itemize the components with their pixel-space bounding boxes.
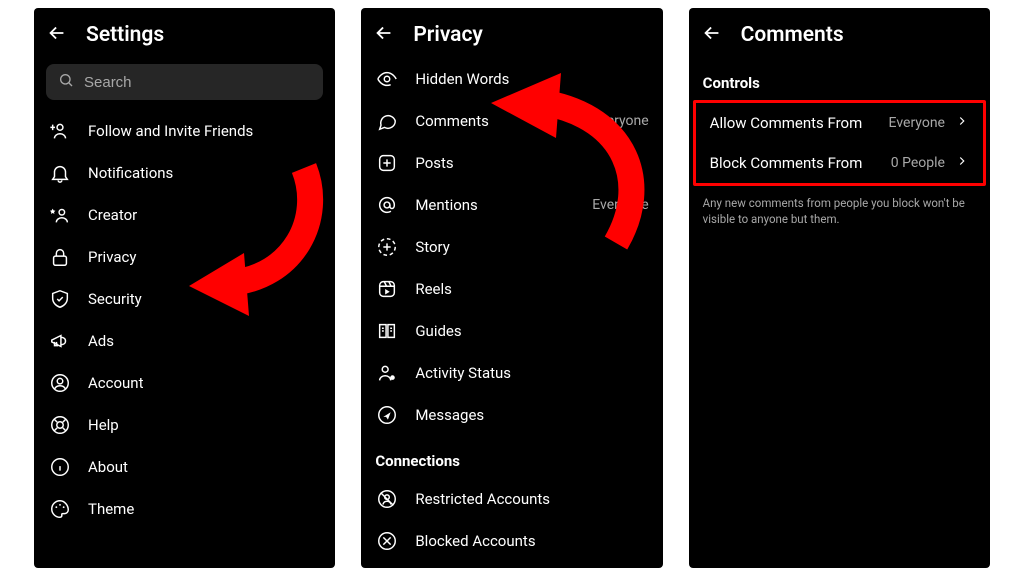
list-item-story[interactable]: Story (361, 226, 662, 268)
search-field[interactable] (84, 74, 311, 91)
list-item-muted[interactable]: Muted Accounts (361, 562, 662, 568)
bell-icon (48, 161, 72, 185)
story-icon (375, 235, 399, 259)
list-item-messages[interactable]: Messages (361, 394, 662, 436)
highlight-box: Allow Comments From Everyone Block Comme… (693, 100, 986, 186)
page-title: Privacy (413, 23, 483, 47)
list-item-label: Blocked Accounts (415, 532, 648, 550)
blocked-icon (375, 529, 399, 553)
list-item-help[interactable]: Help (34, 404, 335, 446)
palette-icon (48, 497, 72, 521)
star-person-icon (48, 203, 72, 227)
list-item-label: About (88, 458, 321, 476)
back-icon[interactable] (701, 22, 723, 48)
search-icon (58, 72, 74, 92)
list-item-reels[interactable]: Reels (361, 268, 662, 310)
list-item-value: Everyone (592, 113, 648, 129)
lock-icon (48, 245, 72, 269)
settings-screen: Settings Follow and Invite Friends Notif… (34, 8, 335, 568)
list-item-label: Security (88, 290, 321, 308)
account-icon (48, 371, 72, 395)
search-input[interactable] (46, 64, 323, 100)
list-item-restricted[interactable]: Restricted Accounts (361, 478, 662, 520)
reels-icon (375, 277, 399, 301)
header: Comments (689, 8, 990, 58)
list-item-activity-status[interactable]: Activity Status (361, 352, 662, 394)
help-icon (48, 413, 72, 437)
list-item-about[interactable]: About (34, 446, 335, 488)
list-item-posts[interactable]: Posts (361, 142, 662, 184)
activity-icon (375, 361, 399, 385)
guides-icon (375, 319, 399, 343)
list-item-label: Notifications (88, 164, 321, 182)
restricted-icon (375, 487, 399, 511)
list-item-security[interactable]: Security (34, 278, 335, 320)
list-item-guides[interactable]: Guides (361, 310, 662, 352)
back-icon[interactable] (46, 22, 68, 48)
list-item-label: Follow and Invite Friends (88, 122, 321, 140)
row-block-comments[interactable]: Block Comments From 0 People (696, 143, 983, 183)
eye-icon (375, 67, 399, 91)
list-item-comments[interactable]: Comments Everyone (361, 100, 662, 142)
plus-icon (375, 151, 399, 175)
chevron-right-icon (955, 154, 969, 172)
messages-icon (375, 403, 399, 427)
list-item-label: Account (88, 374, 321, 392)
list-item-label: Restricted Accounts (415, 490, 648, 508)
shield-icon (48, 287, 72, 311)
list-item-blocked[interactable]: Blocked Accounts (361, 520, 662, 562)
megaphone-icon (48, 329, 72, 353)
list-item-label: Theme (88, 500, 321, 518)
comments-screen: Comments Controls Allow Comments From Ev… (689, 8, 990, 568)
list-item-label: Activity Status (415, 364, 648, 382)
list-item-label: Comments (415, 112, 576, 130)
row-value: 0 People (891, 155, 945, 171)
list-item-hidden-words[interactable]: Hidden Words (361, 58, 662, 100)
row-allow-comments[interactable]: Allow Comments From Everyone (696, 103, 983, 143)
header: Privacy (361, 8, 662, 58)
list-item-label: Mentions (415, 196, 576, 214)
list-item-mentions[interactable]: Mentions Everyone (361, 184, 662, 226)
list-item-account[interactable]: Account (34, 362, 335, 404)
list-item-value: Everyone (592, 197, 648, 213)
list-item-creator[interactable]: Creator (34, 194, 335, 236)
privacy-list: Hidden Words Comments Everyone Posts Men… (361, 58, 662, 436)
list-item-follow-invite[interactable]: Follow and Invite Friends (34, 110, 335, 152)
list-item-label: Hidden Words (415, 70, 648, 88)
list-item-label: Reels (415, 280, 648, 298)
list-item-label: Messages (415, 406, 648, 424)
at-icon (375, 193, 399, 217)
list-item-theme[interactable]: Theme (34, 488, 335, 530)
list-item-privacy[interactable]: Privacy (34, 236, 335, 278)
comment-icon (375, 109, 399, 133)
hint-text: Any new comments from people you block w… (689, 186, 990, 227)
page-title: Settings (86, 23, 164, 47)
row-label: Block Comments From (710, 154, 881, 172)
list-item-label: Help (88, 416, 321, 434)
list-item-ads[interactable]: Ads (34, 320, 335, 362)
list-item-label: Story (415, 238, 648, 256)
connections-list: Restricted Accounts Blocked Accounts Mut… (361, 478, 662, 568)
list-item-notifications[interactable]: Notifications (34, 152, 335, 194)
row-label: Allow Comments From (710, 114, 879, 132)
chevron-right-icon (955, 114, 969, 132)
info-icon (48, 455, 72, 479)
section-title-controls: Controls (689, 58, 990, 100)
list-item-label: Creator (88, 206, 321, 224)
list-item-label: Guides (415, 322, 648, 340)
add-friend-icon (48, 119, 72, 143)
header: Settings (34, 8, 335, 58)
list-item-label: Privacy (88, 248, 321, 266)
page-title: Comments (741, 23, 844, 47)
back-icon[interactable] (373, 22, 395, 48)
section-title-connections: Connections (361, 436, 662, 478)
privacy-screen: Privacy Hidden Words Comments Everyone P… (361, 8, 662, 568)
settings-list: Follow and Invite Friends Notifications … (34, 110, 335, 530)
row-value: Everyone (889, 115, 945, 131)
list-item-label: Ads (88, 332, 321, 350)
list-item-label: Posts (415, 154, 648, 172)
